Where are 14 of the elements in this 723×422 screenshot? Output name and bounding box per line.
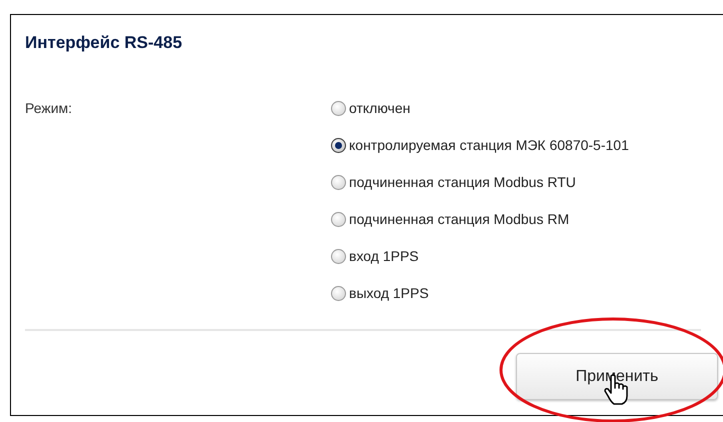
radio-button[interactable] [331,175,346,190]
radio-label[interactable]: вход 1PPS [349,246,419,267]
mode-label: Режим: [25,99,72,118]
radio-label[interactable]: контролируемая станция МЭК 60870-5-101 [349,135,629,156]
panel-title: Интерфейс RS-485 [25,33,182,52]
radio-label[interactable]: выход 1PPS [349,283,429,304]
radio-button[interactable] [331,101,346,116]
radio-label[interactable]: подчиненная станция Modbus RTU [349,172,576,193]
radio-label[interactable]: подчиненная станция Modbus RM [349,209,570,230]
radio-button[interactable] [331,138,346,153]
radio-button[interactable] [331,212,346,227]
radio-button[interactable] [331,249,346,264]
radio-label[interactable]: отключен [349,98,410,119]
radio-button[interactable] [331,286,346,301]
